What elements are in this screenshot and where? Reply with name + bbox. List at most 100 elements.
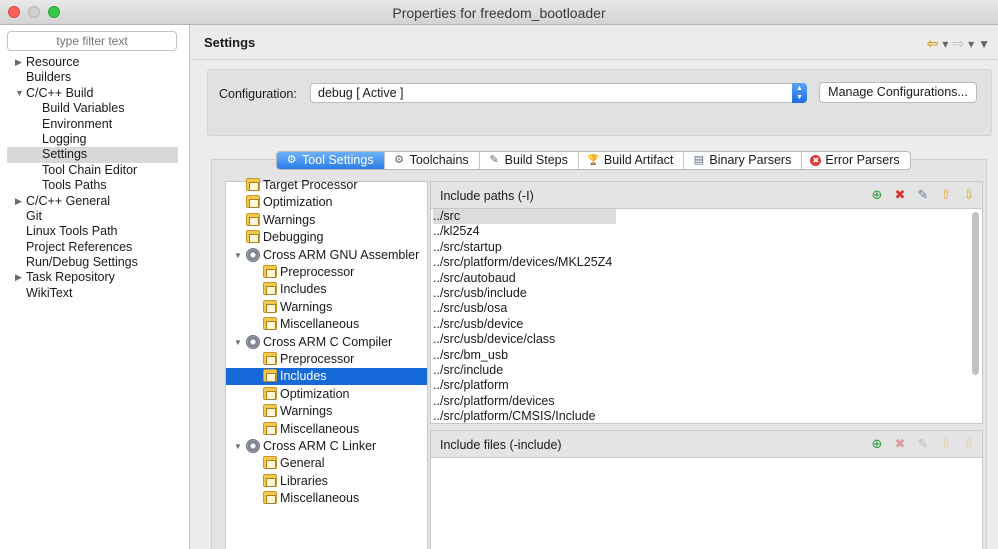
move-down-icon[interactable]: ⇩ — [960, 186, 978, 204]
sidebar-item-label: C/C++ Build — [26, 85, 94, 100]
tree-item-libraries[interactable]: Libraries — [263, 473, 328, 490]
include-files-list[interactable] — [430, 457, 983, 549]
tab-build-steps[interactable]: ✎ Build Steps — [478, 152, 578, 169]
tree-item-cross-arm-c-linker[interactable]: ▼ Cross ARM C Linker — [234, 438, 376, 455]
include-path-row[interactable]: ../src/usb/device/class — [433, 332, 555, 347]
tree-item-debugging[interactable]: Debugging — [246, 229, 323, 246]
tree-item-label: Libraries — [280, 473, 328, 488]
configuration-select[interactable]: debug [ Active ] ▲ ▼ — [310, 83, 807, 103]
tab-label: Build Artifact — [603, 153, 674, 167]
tree-item-optimization[interactable]: Optimization — [246, 194, 332, 211]
expanded-arrow-icon[interactable]: ▼ — [234, 334, 242, 351]
include-path-row[interactable]: ../src/startup — [433, 240, 502, 255]
tab-error-parsers[interactable]: ✖ Error Parsers — [801, 152, 909, 169]
include-path-row[interactable]: ../src/usb/include — [433, 286, 527, 301]
sidebar-item-tool-chain-editor[interactable]: Tool Chain Editor — [0, 163, 190, 178]
sidebar-item-resource[interactable]: ▶ Resource — [0, 55, 190, 70]
sidebar-item-label: Build Variables — [42, 101, 125, 116]
tree-item-cross-arm-gnu-assembler[interactable]: ▼ Cross ARM GNU Assembler — [234, 247, 419, 264]
include-path-row[interactable]: ../src/platform/devices — [433, 394, 555, 409]
filter-input[interactable] — [7, 31, 177, 51]
tab-bar: ⚙ Tool Settings ⚙ Toolchains ✎ Build Steps 🏆 Bu… — [276, 151, 911, 170]
view-menu-icon[interactable]: ▼ — [978, 37, 990, 51]
tree-item-label: Debugging — [263, 230, 324, 245]
include-path-row[interactable]: ../src/include — [433, 363, 503, 378]
tree-item-includes[interactable]: Includes — [263, 281, 327, 298]
delete-icon[interactable]: ✖ — [891, 435, 909, 453]
include-path-row[interactable]: ../src — [433, 209, 616, 225]
include-path-row[interactable]: ../src/usb/osa — [433, 301, 507, 316]
sidebar-item-label: Run/Debug Settings — [26, 255, 138, 270]
tab-binary-parsers[interactable]: ▤ Binary Parsers — [683, 152, 801, 169]
include-paths-list[interactable]: ../src ../kl25z4 ../src/startup ../src/plat… — [430, 208, 983, 424]
sidebar-item-project-references[interactable]: Project References — [0, 240, 190, 255]
include-path-row[interactable]: ../src/platform/CMSIS/Include — [433, 409, 596, 423]
expanded-arrow-icon[interactable]: ▼ — [234, 438, 242, 455]
sidebar-item-c-c-build[interactable]: ▼ C/C++ Build — [0, 86, 190, 101]
include-path-row[interactable]: ../src/platform/devices/MKL25Z4 — [433, 255, 612, 270]
include-paths-scrollbar[interactable] — [972, 212, 979, 375]
tab-toolchains[interactable]: ⚙ Toolchains — [383, 152, 479, 169]
tree-item-label: Warnings — [263, 212, 316, 227]
tree-item-miscellaneous[interactable]: Miscellaneous — [263, 490, 359, 507]
include-path-row[interactable]: ../src/usb/device — [433, 317, 523, 332]
configuration-group: Configuration: debug [ Active ] ▲ ▼ Manag… — [207, 69, 992, 136]
manage-configurations-button[interactable]: Manage Configurations... — [819, 82, 977, 103]
forward-arrow-icon[interactable]: ⇨ — [952, 35, 964, 52]
back-arrow-icon[interactable]: ⇦ — [927, 35, 939, 52]
add-icon[interactable]: ⊕ — [868, 435, 886, 453]
tree-item-warnings[interactable]: Warnings — [246, 212, 315, 229]
sidebar-item-logging[interactable]: Logging — [0, 132, 190, 147]
collapsed-arrow-icon[interactable]: ▶ — [15, 194, 22, 209]
include-path-row[interactable]: ../src/bm_usb — [433, 348, 508, 363]
tree-item-warnings[interactable]: Warnings — [263, 299, 332, 316]
sidebar-item-task-repository[interactable]: ▶ Task Repository — [0, 270, 190, 285]
tree-item-miscellaneous[interactable]: Miscellaneous — [263, 421, 359, 438]
move-up-icon[interactable]: ⇧ — [937, 186, 955, 204]
move-up-icon[interactable]: ⇧ — [937, 435, 955, 453]
include-path-row[interactable]: ../src/autobaud — [433, 271, 516, 286]
collapsed-arrow-icon[interactable]: ▶ — [15, 270, 22, 285]
page-navigation: ⇦ ▾ ⇨ ▾ ▼ — [927, 35, 990, 52]
tree-item-optimization[interactable]: Optimization — [263, 386, 349, 403]
include-files-toolbar: ⊕ ✖ ✎ ⇧ ⇩ — [868, 435, 978, 453]
collapsed-arrow-icon[interactable]: ▶ — [15, 55, 22, 70]
tree-item-label: Warnings — [280, 299, 333, 314]
expanded-arrow-icon[interactable]: ▼ — [234, 247, 242, 264]
sidebar-item-run-debug-settings[interactable]: Run/Debug Settings — [0, 255, 190, 270]
tree-item-cross-arm-c-compiler[interactable]: ▼ Cross ARM C Compiler — [234, 334, 392, 351]
delete-icon[interactable]: ✖ — [891, 186, 909, 204]
tree-item-includes[interactable]: Includes — [226, 368, 427, 386]
sidebar-item-environment[interactable]: Environment — [0, 117, 190, 132]
sidebar-item-wikitext[interactable]: WikiText — [0, 286, 190, 301]
tree-item-label: Warnings — [280, 404, 333, 419]
tree-item-miscellaneous[interactable]: Miscellaneous — [263, 316, 359, 333]
include-path-row[interactable]: ../kl25z4 — [433, 224, 480, 239]
options-folder-icon — [263, 317, 277, 331]
tab-tool-settings[interactable]: ⚙ Tool Settings — [277, 152, 384, 169]
sidebar-item-git[interactable]: Git — [0, 209, 190, 224]
tree-item-preprocessor[interactable]: Preprocessor — [263, 264, 354, 281]
edit-icon[interactable]: ✎ — [914, 186, 932, 204]
tab-build-artifact[interactable]: 🏆 Build Artifact — [577, 152, 683, 169]
tree-item-general[interactable]: General — [263, 455, 324, 472]
add-icon[interactable]: ⊕ — [868, 186, 886, 204]
tree-item-label: Preprocessor — [280, 265, 355, 279]
tree-item-warnings[interactable]: Warnings — [263, 403, 332, 420]
move-down-icon[interactable]: ⇩ — [960, 435, 978, 453]
tree-item-preprocessor[interactable]: Preprocessor — [263, 351, 354, 368]
sidebar-item-build-variables[interactable]: Build Variables — [0, 101, 190, 116]
edit-icon[interactable]: ✎ — [914, 435, 932, 453]
tree-item-target-processor[interactable]: Target Processor — [246, 177, 357, 194]
chevron-updown-icon[interactable]: ▲ ▼ — [792, 83, 807, 103]
sidebar-item-linux-tools-path[interactable]: Linux Tools Path — [0, 224, 190, 239]
forward-dropdown-icon[interactable]: ▾ — [968, 37, 974, 51]
back-dropdown-icon[interactable]: ▾ — [942, 37, 948, 51]
sidebar-item-settings[interactable]: Settings — [7, 147, 178, 163]
include-paths-toolbar: ⊕ ✖ ✎ ⇧ ⇩ — [868, 186, 978, 204]
sidebar-item-builders[interactable]: Builders — [0, 70, 190, 85]
expanded-arrow-icon[interactable]: ▼ — [15, 86, 24, 101]
include-path-row[interactable]: ../src/platform — [433, 378, 509, 393]
sidebar-item-tools-paths[interactable]: Tools Paths — [0, 178, 190, 193]
sidebar-item-c-c-general[interactable]: ▶ C/C++ General — [0, 194, 190, 209]
